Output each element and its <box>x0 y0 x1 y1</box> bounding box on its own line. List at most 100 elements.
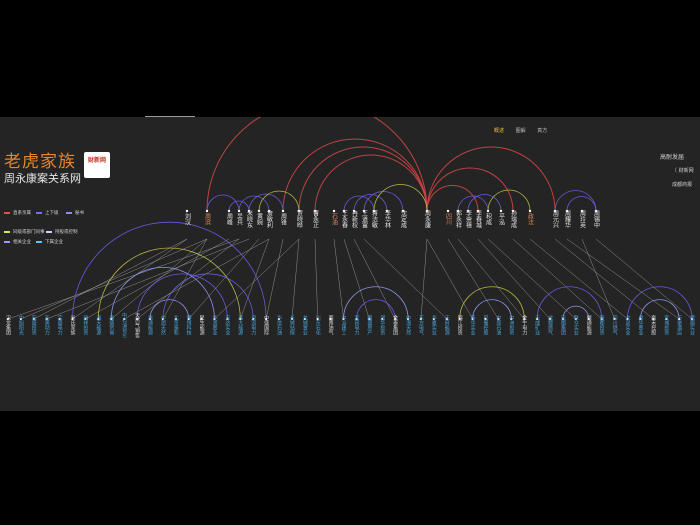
entity-node-label: 蜀都投资 <box>599 315 605 336</box>
legend-superior[interactable]: 上下级 <box>36 210 59 216</box>
person-node-label: 沈定成 <box>400 209 407 229</box>
legend-label: 持股或控制 <box>55 230 78 235</box>
relation-link <box>343 238 370 320</box>
person-node-label: 平泓 <box>498 213 505 226</box>
entity-node-label: 华润置业 <box>211 314 217 335</box>
tab-source[interactable]: 真方 <box>537 128 547 134</box>
relation-link <box>214 238 300 320</box>
person-node-dot <box>499 209 503 213</box>
person-node-label: 周玲英 <box>579 210 586 229</box>
legend-label: 相关企业 <box>13 240 31 245</box>
brand-subtitle: 周永康案关系网 <box>4 172 81 185</box>
entity-node-label: 成都燃气 <box>547 314 553 335</box>
person-node-dot <box>446 209 450 213</box>
person-node-label: 蒋洁敏 <box>371 209 378 229</box>
legend-family[interactable]: 直系亲属 <box>4 210 31 216</box>
superior-arc <box>457 195 489 212</box>
entity-node-label: 中盛国际 <box>263 314 269 336</box>
relation-link <box>111 238 208 320</box>
entity-node-label: 中冶建工 <box>341 314 347 335</box>
entity-node-label: 四川燃气 <box>612 315 618 335</box>
relation-link <box>314 238 318 320</box>
entity-node-label: 成华置业 <box>637 314 643 335</box>
person-node-dot <box>332 209 336 213</box>
entity-node-label: 博恒科技 <box>186 314 192 336</box>
person-node-label: 詹敏利 <box>266 209 273 228</box>
relation-link <box>554 238 654 320</box>
family-arc <box>426 185 479 212</box>
entity-node-label: 北京泰和 <box>173 314 179 336</box>
legend-label: 秘书 <box>75 211 84 216</box>
visualization-stage: 刘汉 周滨 周峰 吴兵 米晓东 黄婉 詹敏利 周锋 贾晓晔 曹永正 石油 王永春 冉新权 王道富 蒋洁敏 李华… <box>0 117 700 411</box>
entity-node-label: 锦江投资 <box>457 314 463 336</box>
person-node-label: 积成 <box>485 212 492 226</box>
person-node-label: 王道富 <box>361 210 368 229</box>
colleague-arc <box>373 184 428 212</box>
superior-arc <box>238 195 270 212</box>
entity-node-label: 宏达实业 <box>224 314 230 335</box>
person-node-label: 郭永祥 <box>455 209 462 229</box>
person-node-label: 周永康 <box>424 210 431 228</box>
entity-node-label: 中原石油 <box>495 314 501 336</box>
entity-node-label: 中润天然 <box>160 314 166 336</box>
entity-node-label: 双流电力 <box>250 315 256 336</box>
relation-link <box>7 238 240 320</box>
entity-node-label: 汉龙集团 <box>5 314 11 336</box>
entity-node-label: 峨眉实业 <box>689 314 695 335</box>
entity-node-label: 海天能源 <box>95 314 101 336</box>
entity-node-label: 宜宾电力 <box>353 314 359 336</box>
person-node-label: 刘汉 <box>184 212 191 226</box>
legend-holding[interactable]: 持股或控制 <box>46 229 78 235</box>
company-arc <box>97 247 241 320</box>
legend-label: 直系亲属 <box>13 211 31 216</box>
relation-link <box>420 238 428 320</box>
person-node-label: 王永春 <box>341 210 348 229</box>
relation-link <box>487 238 577 320</box>
person-node-label: 李崇禧 <box>465 209 472 229</box>
person-node-label: 李华林 <box>384 209 391 229</box>
right-panel-source[interactable]: 〔 财新网 <box>672 167 694 174</box>
person-node-label: 周耀华 <box>564 210 571 229</box>
legend-colleague[interactable]: 同级或部门同事 <box>4 229 45 235</box>
person-node-dot <box>205 209 209 213</box>
tab-overview[interactable]: 概述 <box>494 128 504 134</box>
legend-sub-company[interactable]: 下属企业 <box>36 239 63 245</box>
legend-label: 下属企业 <box>45 240 63 245</box>
entity-node-label: 巴蜀控股 <box>483 315 489 336</box>
entity-node-label: 金泰集团 <box>392 314 398 336</box>
superior-arc <box>467 194 502 212</box>
person-node-label: 黄婉 <box>256 212 263 226</box>
entity-node-label: 鑫德贸易 <box>108 314 114 336</box>
relation-link <box>124 238 270 320</box>
superior-arc <box>554 190 597 212</box>
relation-link <box>529 238 628 320</box>
legend-swatch <box>66 211 72 214</box>
entity-node-label: 东方电气 <box>418 314 424 335</box>
entity-node-label: 天然气销售 <box>134 313 140 339</box>
entity-node-label: 中旭阳光 <box>18 314 24 336</box>
person-node-label: 米晓东 <box>246 209 253 228</box>
entity-node-label: 川东石化 <box>315 315 321 336</box>
caixin-logo[interactable]: 财新网 <box>84 152 110 178</box>
entity-node-label: 华夏实业 <box>431 314 437 335</box>
person-node-dot <box>185 209 189 213</box>
tab-diagram[interactable]: 图解 <box>516 128 526 134</box>
entity-node-label: 民生能源 <box>199 315 205 336</box>
right-panel-source-2[interactable]: 成都商报 <box>672 181 692 188</box>
entity-node-label: 恒通能源 <box>586 314 592 336</box>
legend-swatch <box>36 240 42 243</box>
relation-link <box>265 238 284 320</box>
legend-related-company[interactable]: 相关企业 <box>4 239 31 245</box>
legend-swatch <box>4 240 10 243</box>
superior-arc <box>343 195 375 212</box>
legend-secretary[interactable]: 秘书 <box>66 210 84 216</box>
entity-node-label: 国盛房产 <box>366 315 372 336</box>
legend-swatch <box>46 230 52 233</box>
legend-swatch <box>36 211 42 214</box>
brand-title: 老虎家族 <box>4 152 76 172</box>
entity-node-label: 惠通能源 <box>147 314 153 336</box>
person-node-label: 周峰 <box>226 213 233 226</box>
relation-link <box>595 238 693 320</box>
relation-link <box>512 238 602 320</box>
entity-node-label: 金牛电力 <box>521 314 527 336</box>
